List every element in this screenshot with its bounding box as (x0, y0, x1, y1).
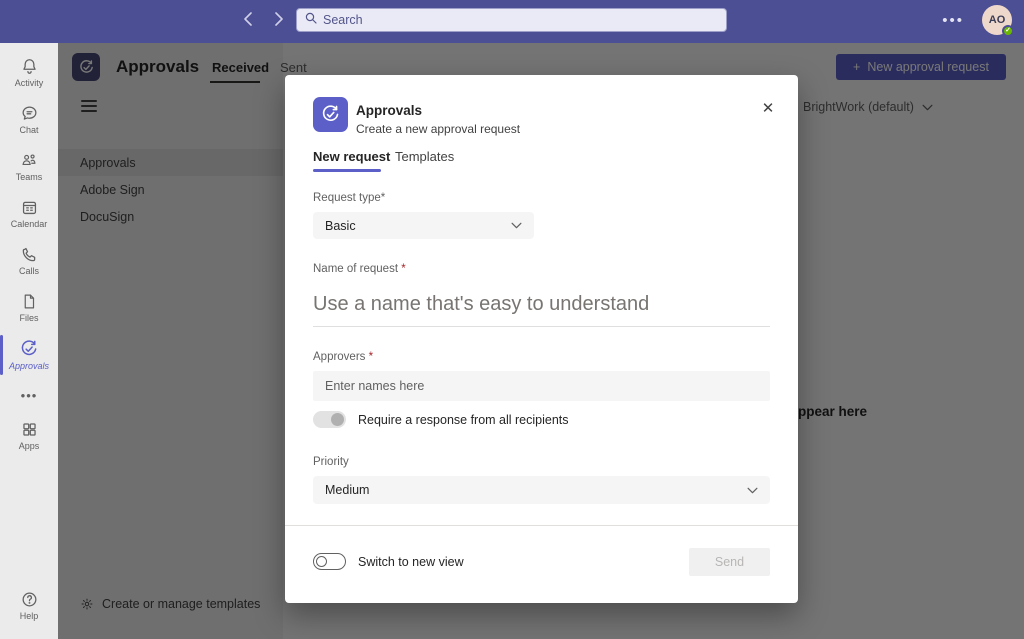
back-button[interactable] (238, 11, 256, 29)
search-input[interactable] (323, 13, 718, 27)
chevron-right-icon (275, 12, 284, 29)
active-item-indicator (0, 335, 3, 375)
rail-item-approvals[interactable]: Approvals (0, 331, 58, 378)
rail-item-teams[interactable]: Teams (0, 143, 58, 190)
rail-item-chat[interactable]: Chat (0, 96, 58, 143)
search-icon (305, 11, 317, 29)
send-button[interactable]: Send (689, 548, 770, 576)
avatar[interactable]: AO ✓ (982, 5, 1012, 35)
rail-item-apps[interactable]: Apps (0, 412, 58, 459)
rail-item-activity[interactable]: Activity (0, 49, 58, 96)
chevron-down-icon (511, 222, 522, 229)
approvals-app-logo (313, 97, 348, 132)
forward-button[interactable] (270, 11, 288, 29)
require-response-toggle[interactable]: Require a response from all recipients (313, 411, 569, 428)
required-asterisk: * (401, 263, 405, 275)
rail-more-apps-button[interactable]: ••• (0, 378, 58, 412)
dialog-title: Approvals (356, 103, 422, 118)
phone-icon (20, 245, 39, 264)
priority-dropdown[interactable]: Medium (313, 476, 770, 504)
teams-window: ••• AO ✓ Activity Chat Teams Calendar Ca… (0, 0, 1024, 639)
footer-divider (285, 525, 798, 526)
app-rail: Activity Chat Teams Calendar Calls Files… (0, 43, 58, 639)
request-type-label: Request type* (313, 192, 385, 204)
rail-item-files[interactable]: Files (0, 284, 58, 331)
name-of-request-input[interactable] (313, 283, 770, 327)
ellipsis-icon: ••• (21, 388, 38, 403)
search-box[interactable] (296, 8, 727, 32)
help-icon (20, 590, 39, 609)
active-tab-underline (313, 169, 381, 172)
priority-label: Priority (313, 456, 349, 468)
people-icon (19, 151, 39, 170)
switch-to-new-view-toggle[interactable]: Switch to new view (313, 553, 464, 570)
dialog-tab-new-request[interactable]: New request (313, 149, 390, 164)
presence-available-icon: ✓ (1002, 25, 1014, 37)
request-type-dropdown[interactable]: Basic (313, 212, 534, 239)
required-asterisk: * (369, 351, 373, 363)
bell-icon (20, 57, 39, 76)
toggle-on-icon (313, 411, 346, 428)
rail-item-help[interactable]: Help (0, 582, 58, 629)
rail-item-calendar[interactable]: Calendar (0, 190, 58, 237)
approvers-input[interactable] (313, 371, 770, 401)
name-of-request-label: Name of request * (313, 263, 406, 275)
more-options-button[interactable]: ••• (942, 0, 964, 40)
dialog-tab-templates[interactable]: Templates (395, 149, 454, 164)
close-icon: ✕ (762, 100, 775, 117)
dialog-subtitle: Create a new approval request (356, 122, 520, 136)
top-bar: ••• AO ✓ (0, 0, 1024, 43)
chevron-left-icon (243, 12, 252, 29)
chat-bubble-icon (20, 104, 39, 123)
toggle-off-icon (313, 553, 346, 570)
approvers-label: Approvers * (313, 351, 373, 363)
approvals-icon (19, 339, 39, 359)
file-icon (20, 292, 38, 311)
chevron-down-icon (747, 487, 758, 494)
calendar-icon (20, 198, 39, 217)
apps-grid-icon (20, 420, 39, 439)
rail-item-calls[interactable]: Calls (0, 237, 58, 284)
ellipsis-icon: ••• (942, 12, 964, 29)
close-button[interactable]: ✕ (758, 99, 778, 119)
avatar-initials: AO (989, 14, 1006, 26)
new-approval-request-dialog: Approvals Create a new approval request … (285, 75, 798, 603)
